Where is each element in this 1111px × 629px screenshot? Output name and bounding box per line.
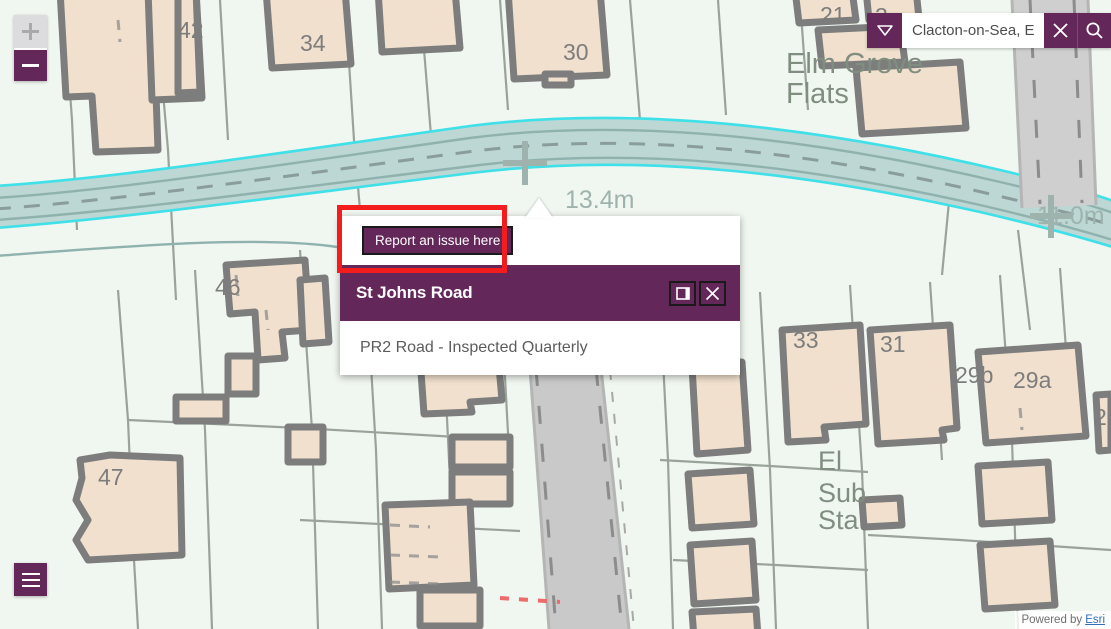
map-house-number: 34 [300, 30, 326, 56]
chevron-down-icon [876, 25, 893, 36]
search-submit-button[interactable] [1078, 13, 1111, 48]
zoom-out-button[interactable] [14, 48, 47, 81]
popup-body: PR2 Road - Inspected Quarterly [340, 321, 740, 375]
map-house-number: 42 [178, 17, 204, 43]
map-house-number: 46 [215, 274, 241, 300]
minus-icon [22, 64, 39, 67]
map-place-label: Sta [818, 505, 860, 535]
menu-button[interactable] [14, 563, 47, 596]
search-clear-button[interactable] [1044, 13, 1077, 48]
popup-title: St Johns Road [356, 283, 473, 302]
popup-header: St Johns Road [340, 265, 740, 321]
map-elevation-label: 13.4m [565, 186, 634, 214]
map-elevation-label: 11.0m [1037, 202, 1105, 230]
map-place-label: Elm Grove [786, 48, 923, 80]
map-house-number: 21 [820, 2, 846, 28]
esri-link[interactable]: Esri [1085, 614, 1105, 626]
zoom-control[interactable] [14, 15, 47, 81]
map-house-number: 29a [1013, 367, 1052, 393]
close-icon [1053, 23, 1068, 38]
popup-dock-button[interactable] [669, 280, 696, 306]
search-input-wrap[interactable] [902, 13, 1044, 48]
popup-actions: Report an issue here [340, 216, 740, 265]
map-house-number: 33 [793, 327, 819, 353]
plus-icon [22, 23, 39, 40]
map-place-label: Sub [818, 478, 866, 508]
popup-header-buttons[interactable] [669, 280, 726, 306]
hamburger-icon-line [21, 584, 40, 587]
search-icon [1086, 22, 1103, 39]
close-icon [705, 286, 720, 300]
map-house-number: 29b [955, 362, 993, 388]
report-issue-button[interactable]: Report an issue here [362, 225, 514, 256]
search-bar[interactable] [867, 13, 1111, 48]
hamburger-icon-line [21, 578, 40, 581]
popup-pointer [525, 198, 553, 218]
hamburger-icon-line [21, 572, 40, 575]
map-place-label: Flats [786, 78, 849, 110]
map-house-number: 47 [98, 464, 124, 490]
attribution-text: Powered by [1021, 614, 1083, 626]
dock-panel-icon [675, 286, 690, 300]
search-input[interactable] [910, 21, 1036, 40]
search-source-dropdown[interactable] [867, 13, 902, 48]
map-house-number: 31 [880, 331, 906, 357]
popup-close-button[interactable] [699, 280, 726, 306]
zoom-in-button[interactable] [14, 15, 47, 48]
map-house-number: 30 [563, 39, 589, 65]
map-house-number: 27 [1094, 404, 1111, 430]
attribution: Powered by Esri [1015, 611, 1111, 629]
map-place-label: El [818, 446, 842, 476]
feature-popup[interactable]: Report an issue here St Johns Road PR2 R… [340, 216, 740, 375]
